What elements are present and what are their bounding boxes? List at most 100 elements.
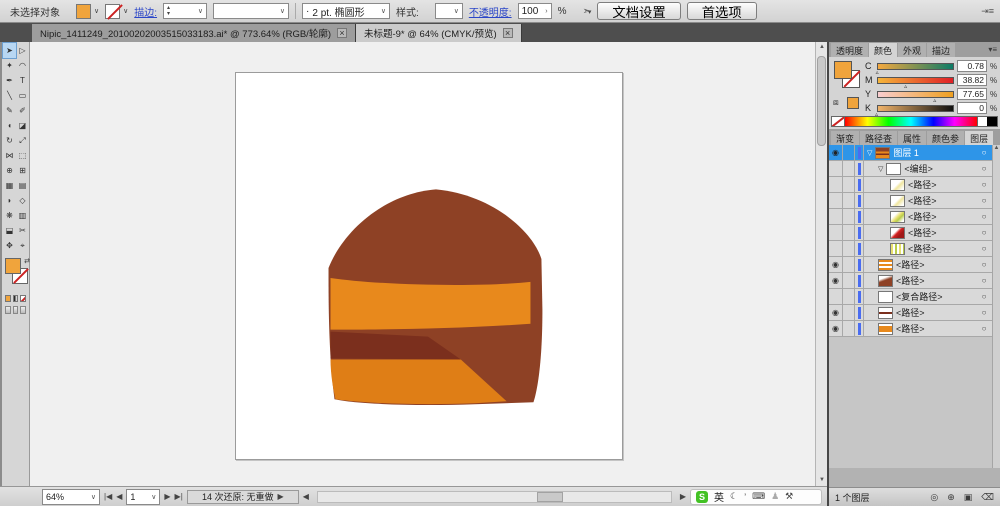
tab-attributes[interactable]: 属性: [898, 131, 926, 145]
artboard-tool[interactable]: ⬓: [3, 223, 16, 238]
target-circle-icon[interactable]: ○: [976, 241, 992, 256]
none-swatch[interactable]: [832, 117, 845, 126]
lasso-tool[interactable]: ◠: [16, 58, 29, 73]
close-icon[interactable]: ×: [503, 28, 513, 38]
perspective-grid-tool[interactable]: ⊞: [16, 163, 29, 178]
gradient-tool[interactable]: ▤: [16, 178, 29, 193]
target-circle-icon[interactable]: ○: [976, 177, 992, 192]
lock-toggle[interactable]: [843, 305, 855, 320]
make-clipping-mask-button[interactable]: ◎: [930, 492, 938, 503]
horizontal-scrollbar[interactable]: [317, 491, 672, 503]
tab-transparency[interactable]: 透明度: [831, 43, 868, 57]
zoom-tool[interactable]: ⌖: [16, 238, 29, 253]
layer-row[interactable]: ◉ ▽ <路径> ○: [829, 321, 992, 337]
lock-toggle[interactable]: [843, 145, 855, 160]
yellow-slider[interactable]: ▵: [877, 91, 954, 98]
magic-wand-tool[interactable]: ✦: [3, 58, 16, 73]
tab-stroke[interactable]: 描边: [927, 43, 955, 57]
black-slider[interactable]: ▵: [877, 105, 954, 112]
chevron-down-icon[interactable]: ∨: [123, 7, 128, 15]
rectangle-tool[interactable]: ▭: [16, 88, 29, 103]
free-transform-tool[interactable]: ⬚: [16, 148, 29, 163]
draw-inside-button[interactable]: [20, 306, 26, 314]
target-circle-icon[interactable]: ○: [976, 193, 992, 208]
visibility-toggle[interactable]: ◉: [829, 321, 843, 336]
artboard-number-select[interactable]: 1∨: [126, 489, 160, 505]
artboard[interactable]: [235, 72, 623, 460]
visibility-toggle[interactable]: ◉: [829, 209, 843, 224]
scale-tool[interactable]: ⤢: [16, 133, 29, 148]
layer-row[interactable]: ◉ ▽ <路径> ○: [829, 257, 992, 273]
target-circle-icon[interactable]: ○: [976, 257, 992, 272]
target-circle-icon[interactable]: ○: [976, 321, 992, 336]
visibility-toggle[interactable]: ◉: [829, 241, 843, 256]
lock-toggle[interactable]: [843, 209, 855, 224]
lock-toggle[interactable]: [843, 161, 855, 176]
layer-row[interactable]: ◉ ▽ 图层 1 ○: [829, 145, 992, 161]
panel-menu-icon[interactable]: ▾≡: [988, 45, 997, 54]
web-safe-color-swatch[interactable]: [847, 97, 859, 109]
layer-row[interactable]: ◉ ▽ <编组> ○: [829, 161, 992, 177]
vertical-scrollbar[interactable]: ▲ ▼: [815, 42, 827, 486]
document-tab-1[interactable]: Nipic_1411249_20100202003515033183.ai* @…: [32, 24, 356, 42]
canvas-area[interactable]: [30, 42, 827, 486]
blob-brush-tool[interactable]: ◖: [3, 118, 16, 133]
pencil-tool[interactable]: ✐: [16, 103, 29, 118]
target-circle-icon[interactable]: ○: [976, 305, 992, 320]
layers-scrollbar[interactable]: ▲: [992, 145, 1000, 468]
wrench-icon[interactable]: ⚒: [785, 491, 793, 502]
new-sublayer-button[interactable]: ⊕: [947, 492, 955, 503]
scroll-right-icon[interactable]: ▶: [680, 492, 686, 501]
magenta-slider[interactable]: ▵: [877, 77, 954, 84]
tab-color[interactable]: 颜色: [869, 43, 897, 57]
white-swatch[interactable]: [977, 117, 987, 126]
user-icon[interactable]: ♟: [771, 491, 779, 502]
lock-toggle[interactable]: [843, 241, 855, 256]
document-setup-button[interactable]: 文档设置: [597, 2, 680, 20]
cyan-slider[interactable]: ▵: [877, 63, 954, 70]
rotate-tool[interactable]: ↻: [3, 133, 16, 148]
scroll-down-icon[interactable]: ▼: [817, 475, 827, 486]
document-tab-2[interactable]: 未标题-9* @ 64% (CMYK/预览) ×: [356, 24, 522, 42]
gradient-button[interactable]: [13, 295, 19, 302]
stroke-color-swatch[interactable]: [105, 4, 120, 19]
yellow-value-input[interactable]: 77.65: [957, 88, 987, 100]
opacity-link[interactable]: 不透明度:: [469, 4, 512, 19]
slice-tool[interactable]: ✂: [16, 223, 29, 238]
tab-appearance[interactable]: 外观: [898, 43, 926, 57]
scroll-left-icon[interactable]: ◀: [303, 492, 309, 501]
draw-behind-button[interactable]: [13, 306, 19, 314]
next-artboard-button[interactable]: ▶: [164, 492, 170, 501]
width-tool[interactable]: ⋈: [3, 148, 16, 163]
tab-gradient[interactable]: 渐变: [831, 131, 859, 145]
shape-builder-tool[interactable]: ⊕: [3, 163, 16, 178]
punctuation-icon[interactable]: ’: [744, 492, 746, 502]
target-circle-icon[interactable]: ○: [976, 209, 992, 224]
tab-layers[interactable]: 图层: [965, 131, 993, 145]
style-select[interactable]: ∨: [435, 3, 463, 19]
fill-swatch[interactable]: [834, 61, 852, 79]
scroll-up-icon[interactable]: ▲: [817, 42, 827, 53]
lock-toggle[interactable]: [843, 257, 855, 272]
horizontal-scroll-thumb[interactable]: [537, 492, 563, 502]
type-tool[interactable]: T: [16, 73, 29, 88]
draw-normal-button[interactable]: [5, 306, 11, 314]
lock-toggle[interactable]: [843, 193, 855, 208]
variable-width-profile-select[interactable]: ∨: [213, 3, 289, 19]
opacity-input[interactable]: 100›: [518, 3, 552, 19]
disclosure-triangle-icon[interactable]: ▽: [867, 149, 872, 157]
color-button[interactable]: [5, 295, 11, 302]
slider-marker-icon[interactable]: ▵: [876, 71, 879, 76]
previous-artboard-button[interactable]: ◀: [116, 492, 122, 501]
chevron-down-icon[interactable]: ▾: [588, 9, 592, 16]
collapse-control-bar-icon[interactable]: ⇥≡: [981, 6, 994, 17]
none-button[interactable]: [20, 295, 26, 302]
layer-row[interactable]: ◉ ▽ <路径> ○: [829, 209, 992, 225]
visibility-toggle[interactable]: ◉: [829, 145, 843, 160]
spectrum-gradient[interactable]: [845, 117, 977, 126]
layer-row[interactable]: ◉ ▽ <路径> ○: [829, 177, 992, 193]
delete-layer-button[interactable]: ⌫: [981, 492, 994, 503]
stepper-arrows-icon[interactable]: ▴▾: [167, 5, 170, 17]
visibility-toggle[interactable]: ◉: [829, 161, 843, 176]
lock-toggle[interactable]: [843, 177, 855, 192]
